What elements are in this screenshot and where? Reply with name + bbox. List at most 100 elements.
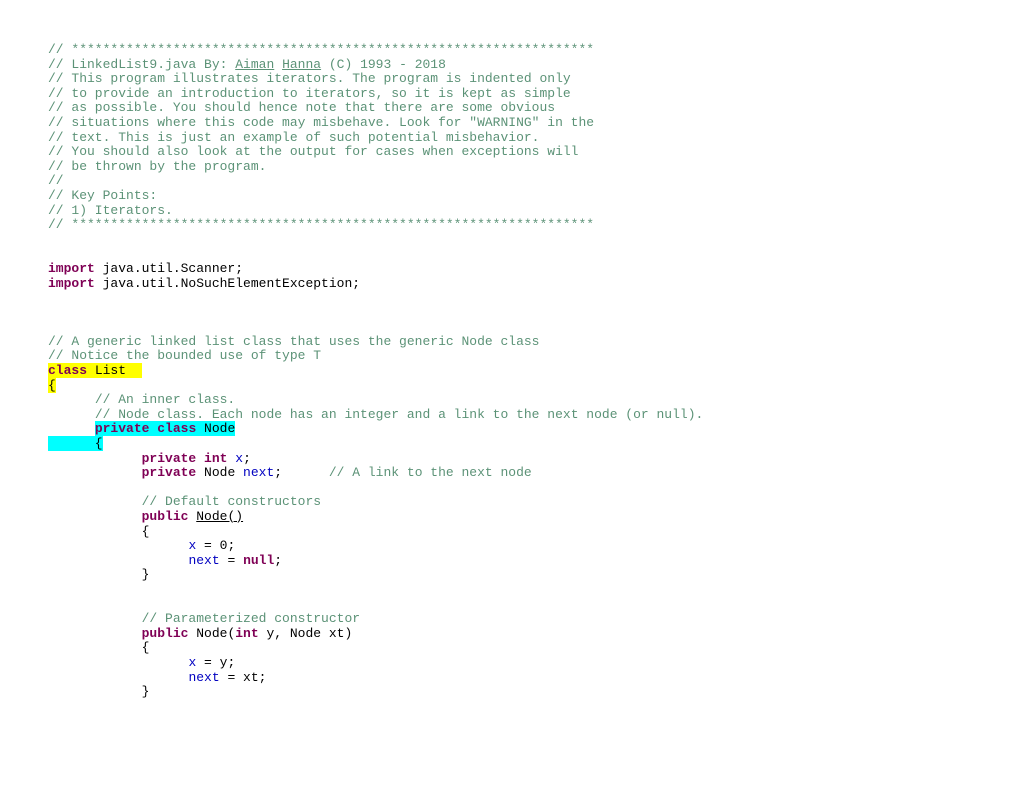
comment-text: // Parameterized constructor bbox=[141, 611, 361, 627]
code-line: x = 0; bbox=[48, 538, 703, 554]
code-text: = bbox=[219, 552, 244, 568]
code-text: y, Node xt) bbox=[258, 625, 353, 641]
code-text: ; bbox=[243, 450, 251, 466]
code-line: // LinkedList9.java By: Aiman Hanna (C) … bbox=[48, 56, 703, 73]
code-line: public Node() bbox=[48, 509, 703, 525]
comment-text: // A link to the next node bbox=[328, 465, 532, 481]
keyword-text: class bbox=[157, 421, 197, 437]
code-line: // text. This is just an example of such… bbox=[48, 129, 703, 146]
comment-text: Hanna bbox=[282, 56, 322, 72]
code-text: = 0; bbox=[196, 538, 236, 554]
comment-text: // bbox=[48, 173, 64, 189]
code-line: // Key Points: bbox=[48, 187, 703, 204]
field-text: next bbox=[243, 465, 275, 481]
keyword-text: null bbox=[243, 552, 275, 568]
field-text: next bbox=[188, 552, 220, 568]
code-line: // Notice the bounded use of type T bbox=[48, 349, 703, 364]
code-line: // 1) Iterators. bbox=[48, 202, 703, 219]
code-line: { bbox=[48, 436, 703, 452]
comment-text: // Node class. Each node has an integer … bbox=[94, 406, 704, 422]
comment-text: // Key Points: bbox=[48, 187, 158, 203]
comment-text: // *************************************… bbox=[48, 42, 595, 57]
code-line: // as possible. You should hence note th… bbox=[48, 101, 703, 116]
keyword-text: public bbox=[141, 509, 189, 524]
comment-text: // 1) Iterators. bbox=[48, 202, 173, 218]
code-text: ; bbox=[274, 465, 329, 481]
code-text: List bbox=[87, 363, 142, 379]
comment-text: // LinkedList9.java By: bbox=[48, 56, 236, 72]
code-text: Node() bbox=[196, 509, 244, 524]
code-line: { bbox=[48, 641, 703, 656]
comment-text: // to provide an introduction to iterato… bbox=[48, 85, 571, 101]
comment-text: Aiman bbox=[235, 56, 275, 72]
code-line: next = null; bbox=[48, 552, 703, 569]
keyword-text: int bbox=[204, 450, 228, 466]
code-text: java.util.NoSuchElementException; bbox=[94, 275, 361, 291]
code-line: } bbox=[48, 684, 703, 700]
code-text: ; bbox=[274, 552, 283, 568]
comment-text: // You should also look at the output fo… bbox=[48, 144, 579, 160]
code-line: // Node class. Each node has an integer … bbox=[48, 406, 704, 423]
code-line: private Node next; // A link to the next… bbox=[48, 465, 703, 481]
code-line: // *************************************… bbox=[48, 217, 703, 233]
comment-text: // An inner class. bbox=[94, 392, 236, 408]
code-text: Node( bbox=[188, 625, 236, 641]
code-line: } bbox=[48, 568, 703, 583]
code-text: } bbox=[48, 684, 150, 700]
comment-text: // as possible. You should hence note th… bbox=[48, 100, 556, 116]
code-line: // You should also look at the output fo… bbox=[48, 144, 703, 160]
code-line: public Node(int y, Node xt) bbox=[48, 625, 703, 642]
code-text: = y; bbox=[196, 654, 236, 670]
keyword-text: private bbox=[141, 450, 197, 466]
code-line: // be thrown by the program. bbox=[48, 158, 703, 175]
code-text: = xt; bbox=[219, 669, 267, 685]
code-line: { bbox=[48, 523, 703, 540]
comment-text: (C) 1993 - 2018 bbox=[321, 56, 446, 72]
comment-text: // situations where this code may misbeh… bbox=[48, 114, 595, 130]
code-line: // *************************************… bbox=[48, 42, 703, 58]
code-line: x = y; bbox=[48, 654, 703, 671]
code-text: } bbox=[48, 567, 150, 583]
keyword-text: private bbox=[141, 465, 197, 481]
keyword-text: import bbox=[48, 260, 95, 276]
comment-text: // text. This is just an example of such… bbox=[48, 129, 540, 145]
keyword-text: class bbox=[48, 363, 88, 379]
field-text: x bbox=[235, 450, 244, 466]
code-text: Node bbox=[196, 465, 244, 481]
code-text: Node bbox=[196, 421, 236, 437]
code-text: { bbox=[48, 377, 56, 393]
keyword-text: import bbox=[48, 275, 95, 291]
code-text: { bbox=[48, 523, 150, 539]
code-line: import java.util.Scanner; bbox=[48, 260, 703, 277]
comment-text: // A generic linked list class that uses… bbox=[48, 333, 540, 349]
comment-text: // Notice the bounded use of type T bbox=[48, 348, 322, 364]
keyword-text: int bbox=[235, 625, 259, 641]
code-line: // This program illustrates iterators. T… bbox=[48, 71, 703, 87]
comment-text: // Default constructors bbox=[141, 494, 322, 510]
keyword-text: private bbox=[94, 421, 150, 437]
comment-text bbox=[274, 57, 282, 72]
code-line: // bbox=[48, 174, 703, 189]
code-line: // Parameterized constructor bbox=[48, 611, 703, 627]
code-line: // situations where this code may misbeh… bbox=[48, 114, 703, 131]
comment-text: // be thrown by the program. bbox=[48, 158, 267, 174]
